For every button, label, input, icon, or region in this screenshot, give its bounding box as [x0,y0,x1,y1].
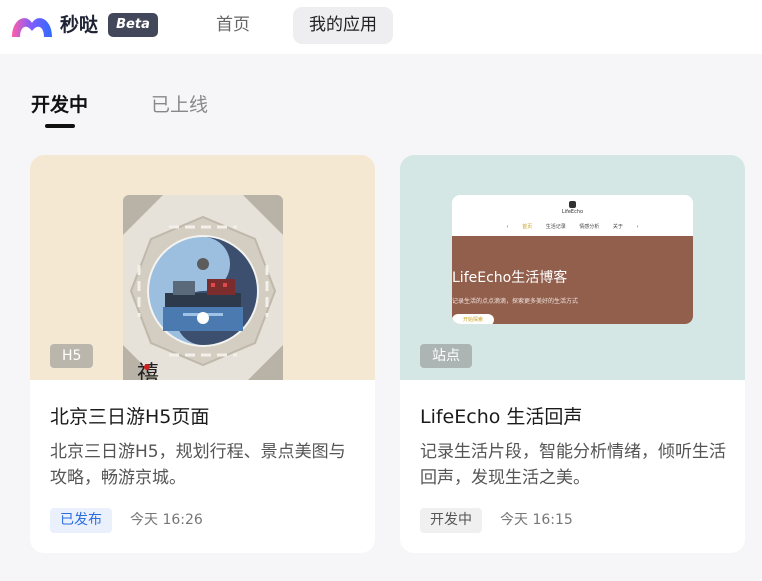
app-cover-image: LifeEcho ‹ 首页 生活记录 情感分析 关于 › LifeEcho生活博… [400,155,745,380]
preview-logo-text: LifeEcho [561,209,584,215]
preview-menu-item: 生活记录 [545,224,566,230]
nav-home[interactable]: 首页 [197,7,269,43]
preview-menu-next: › [636,224,639,230]
preview-menu-prev: ‹ [506,224,509,230]
travel-poster-image: 禧 [123,195,283,380]
preview-logo-icon [569,201,576,208]
app-title[interactable]: 北京三日游H5页面 [50,404,209,430]
updated-time: 今天 16:26 [130,512,203,528]
app-card-beijing-h5[interactable]: 禧 H5 北京三日游H5页面 北京三日游H5，规划行程、景点美图与攻略，畅游京城… [30,155,375,553]
preview-menu-item: 关于 [612,224,623,230]
beta-badge: Beta [108,13,158,37]
updated-time: 今天 16:15 [500,512,573,528]
nav-my-apps[interactable]: 我的应用 [293,7,393,44]
app-description: 北京三日游H5，规划行程、景点美图与攻略，畅游京城。 [50,442,346,488]
brand-name[interactable]: 秒哒 [60,12,98,38]
app-card-lifeecho[interactable]: LifeEcho ‹ 首页 生活记录 情感分析 关于 › LifeEcho生活博… [400,155,745,553]
preview-hero-banner: LifeEcho生活博客 记录生活的点点滴滴，探索更多美好的生活方式 开始探索 [452,236,693,324]
preview-hero-title: LifeEcho生活博客 [452,270,568,286]
preview-menu-item: 首页 [522,224,533,230]
tab-in-development[interactable]: 开发中 [31,92,88,118]
status-badge: 开发中 [420,508,482,533]
app-type-tag: 站点 [420,344,472,368]
app-description: 记录生活片段，智能分析情绪，倾听生活回声，发现生活之美。 [420,442,726,488]
preview-hero-subtitle: 记录生活的点点滴滴，探索更多美好的生活方式 [452,298,579,305]
miaoda-logo-icon[interactable] [10,11,54,39]
top-navigation-bar: 秒哒 Beta 首页 我的应用 [0,0,762,54]
status-badge: 已发布 [50,508,112,533]
preview-hero-button: 开始探索 [452,314,494,324]
app-title[interactable]: LifeEcho 生活回声 [420,404,582,430]
app-type-tag: H5 [50,344,94,368]
tab-launched[interactable]: 已上线 [151,92,208,118]
preview-menu-item: 情感分析 [579,224,600,230]
website-preview-image: LifeEcho ‹ 首页 生活记录 情感分析 关于 › LifeEcho生活博… [452,195,693,324]
active-tab-indicator [45,124,75,128]
app-cover-image: 禧 H5 [30,155,375,380]
preview-menu: ‹ 首页 生活记录 情感分析 关于 › [452,223,693,230]
